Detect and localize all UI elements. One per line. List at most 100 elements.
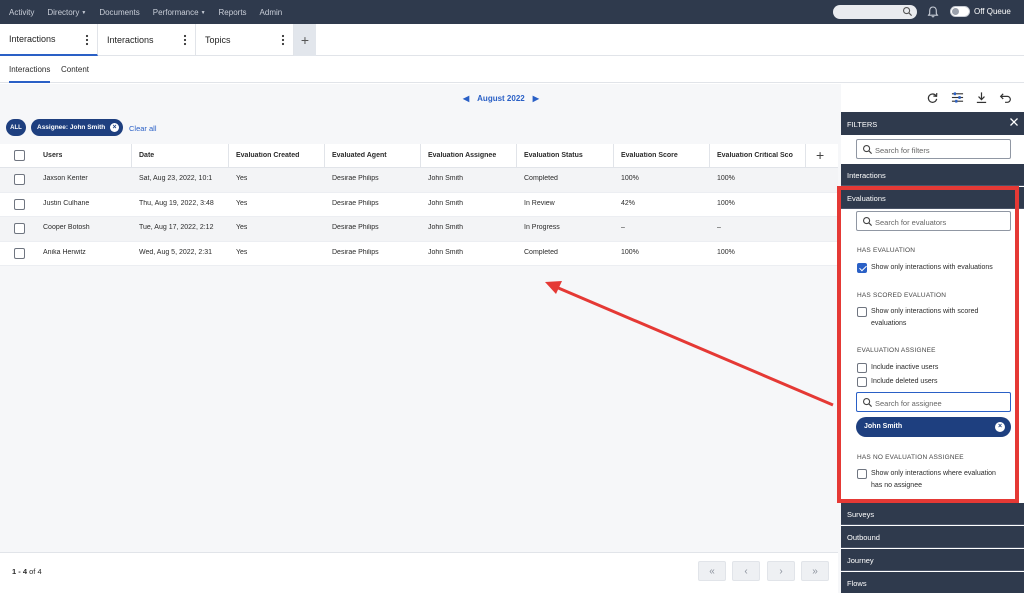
pagination-range: 1 - 4 [12, 567, 28, 576]
no-assignee-checkbox[interactable] [857, 469, 867, 479]
cell-date: Thu, Aug 19, 2022, 3:48 [139, 199, 214, 207]
top-navigation-bar: Activity Directory ▼ Documents Performanc… [0, 0, 1024, 24]
select-all-checkbox[interactable] [14, 150, 25, 161]
nav-performance[interactable]: Performance ▼ [153, 8, 206, 17]
filter-settings-icon[interactable] [951, 91, 964, 104]
cell-evaluation-status: In Review [524, 199, 555, 207]
table-row[interactable]: Cooper Botosh Tue, Aug 17, 2022, 2:12 Ye… [0, 217, 838, 242]
nav-documents[interactable]: Documents [99, 8, 139, 17]
caret-down-icon: ▼ [200, 9, 206, 16]
column-header-evaluated-agent[interactable]: Evaluated Agent [332, 152, 387, 159]
workspace-tab-interactions[interactable]: Interactions [0, 24, 98, 56]
cell-evaluated-agent: Desirae Philips [332, 224, 379, 231]
next-page-button[interactable]: › [767, 561, 795, 581]
filter-section-surveys[interactable]: Surveys [841, 503, 1024, 525]
cell-user: Cooper Botosh [43, 224, 90, 231]
nav-directory[interactable]: Directory ▼ [47, 8, 86, 17]
nav-admin[interactable]: Admin [260, 8, 283, 17]
table-row[interactable]: Anika Herwitz Wed, Aug 5, 2022, 2:31 Yes… [0, 242, 838, 266]
previous-page-button[interactable]: ‹ [732, 561, 760, 581]
current-month-label[interactable]: August 2022 [477, 94, 525, 103]
column-header-evaluation-score[interactable]: Evaluation Score [621, 152, 678, 159]
close-icon[interactable] [1009, 117, 1019, 127]
column-header-date[interactable]: Date [139, 152, 154, 159]
refresh-icon[interactable] [926, 91, 939, 104]
filter-section-outbound[interactable]: Outbound [841, 526, 1024, 548]
more-vertical-icon[interactable] [281, 34, 285, 46]
cell-critical-score: – [717, 224, 721, 231]
column-header-users[interactable]: Users [43, 152, 62, 159]
assignee-filter-pill[interactable]: Assignee: John Smith × [31, 119, 123, 136]
cell-date: Tue, Aug 17, 2022, 2:12 [139, 224, 214, 231]
assignee-search-input[interactable]: Search for assignee [856, 392, 1011, 412]
column-header-evaluation-assignee[interactable]: Evaluation Assignee [428, 152, 496, 159]
remove-filter-icon[interactable]: × [110, 123, 119, 132]
has-evaluation-option: Show only interactions with evaluations [871, 264, 993, 271]
global-search-input[interactable] [833, 5, 917, 19]
has-scored-evaluation-checkbox[interactable] [857, 307, 867, 317]
cell-evaluation-assignee: John Smith [428, 199, 464, 207]
cell-evaluated-agent: Desirae Philips [332, 175, 379, 182]
row-checkbox[interactable] [14, 247, 25, 259]
next-month-button[interactable]: ▶ [533, 94, 539, 103]
first-page-button[interactable]: « [698, 561, 726, 581]
remove-assignee-icon[interactable]: × [995, 422, 1005, 432]
pagination-bar: 1 - 4 of 4 « ‹ › » [0, 552, 838, 593]
table-row[interactable]: Jaxson Kenter Sat, Aug 23, 2022, 10:1 Ye… [0, 168, 838, 193]
has-scored-line-2: evaluations [871, 320, 907, 327]
cell-evaluation-assignee: John Smith [428, 224, 464, 231]
cell-evaluation-status: Completed [524, 248, 558, 256]
pagination-total: of 4 [29, 567, 42, 576]
filters-header: FILTERS [841, 112, 1024, 135]
filter-section-journey[interactable]: Journey [841, 549, 1024, 571]
evaluation-assignee-heading: EVALUATION ASSIGNEE [857, 347, 936, 354]
download-icon[interactable] [975, 91, 988, 104]
include-inactive-checkbox[interactable] [857, 363, 867, 373]
assignee-chip[interactable]: John Smith × [856, 417, 1011, 437]
nav-reports[interactable]: Reports [219, 8, 247, 17]
filter-section-evaluations[interactable]: Evaluations [841, 187, 1024, 209]
more-vertical-icon[interactable] [85, 34, 89, 46]
workspace-tab-label: Interactions [9, 34, 56, 44]
include-deleted-checkbox[interactable] [857, 377, 867, 387]
more-vertical-icon[interactable] [183, 34, 187, 46]
column-header-evaluation-status[interactable]: Evaluation Status [524, 152, 583, 159]
nav-performance-label: Performance [152, 7, 199, 17]
add-workspace-tab-button[interactable]: + [294, 24, 316, 56]
caret-down-icon: ▼ [81, 9, 87, 16]
assignee-chip-label: John Smith [864, 423, 903, 430]
cell-user: Justin Culhane [43, 199, 90, 207]
queue-toggle[interactable] [950, 6, 970, 17]
row-checkbox[interactable] [14, 223, 25, 234]
filters-panel: FILTERS Search for filters Interactions … [841, 112, 1024, 593]
clear-all-link[interactable]: Clear all [129, 124, 157, 133]
column-header-evaluation-created[interactable]: Evaluation Created [236, 152, 299, 159]
row-checkbox[interactable] [14, 198, 25, 210]
has-evaluation-checkbox[interactable] [857, 263, 867, 273]
filter-search-input[interactable]: Search for filters [856, 139, 1011, 159]
evaluator-search-input[interactable]: Search for evaluators [856, 211, 1011, 231]
subtab-interactions[interactable]: Interactions [9, 65, 51, 83]
nav-activity[interactable]: Activity [9, 8, 34, 17]
undo-icon[interactable] [999, 91, 1012, 104]
pagination-summary: 1 - 4 of 4 [12, 567, 42, 576]
notification-bell-icon[interactable] [926, 5, 940, 19]
workspace-tab-topics[interactable]: Topics [196, 24, 294, 56]
column-header-evaluation-critical-score[interactable]: Evaluation Critical Sco [717, 152, 801, 159]
row-checkbox[interactable] [14, 174, 25, 185]
workspace-tab-label: Interactions [107, 35, 154, 45]
cell-user: Anika Herwitz [43, 248, 86, 256]
last-page-button[interactable]: » [801, 561, 829, 581]
previous-month-button[interactable]: ◀ [463, 94, 469, 103]
subtab-content[interactable]: Content [61, 65, 89, 74]
filter-section-flows[interactable]: Flows [841, 572, 1024, 593]
add-column-button[interactable]: + [816, 147, 824, 163]
nav-directory-label: Directory [47, 7, 80, 17]
table-row[interactable]: Justin Culhane Thu, Aug 19, 2022, 3:48 Y… [0, 193, 838, 217]
table-header: Users Date Evaluation Created Evaluated … [0, 144, 838, 168]
all-filter-pill[interactable]: ALL [6, 119, 26, 136]
cell-evaluation-created: Yes [236, 199, 248, 207]
workspace-tab-interactions-2[interactable]: Interactions [98, 24, 196, 56]
filter-section-interactions[interactable]: Interactions [841, 164, 1024, 186]
has-scored-evaluation-option: Show only interactions with scored evalua… [871, 306, 978, 330]
